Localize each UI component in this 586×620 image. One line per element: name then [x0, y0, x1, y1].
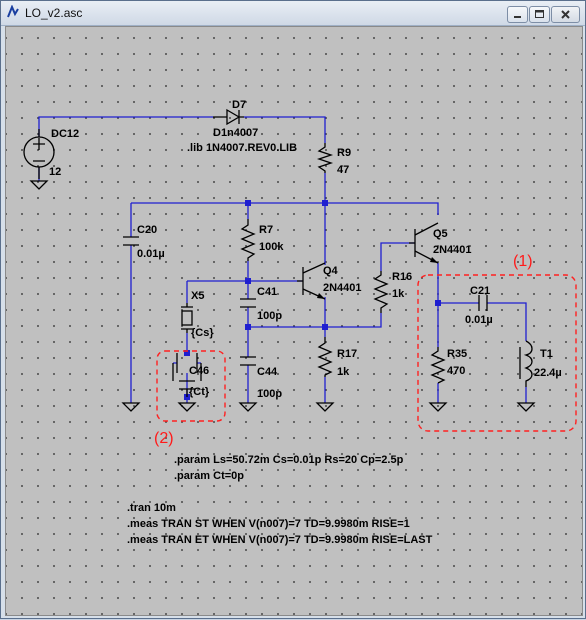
tran-directive[interactable]: .tran 10m	[127, 502, 176, 514]
r7-name: R7	[259, 224, 273, 236]
d7-lib: .lib 1N4007.REV0.LIB	[187, 142, 297, 154]
r9-value: 47	[337, 164, 349, 176]
r9-resistor[interactable]	[316, 143, 334, 173]
meas-directive-2[interactable]: .meas TRAN ET WHEN V(n007)=7 TD=9.9980m …	[127, 534, 433, 546]
r9-name: R9	[337, 147, 351, 159]
dc12-name: DC12	[51, 128, 79, 140]
r16-value: 1k	[392, 288, 405, 300]
dc12-value: 12	[49, 166, 61, 178]
r7-resistor[interactable]	[240, 219, 256, 261]
schematic-drawing[interactable]: DC12 12 D7 D1n4007 .lib 1N4007.REV0.LIB …	[1, 1, 586, 620]
t1-inductor[interactable]	[519, 340, 533, 387]
c41-name: C41	[257, 286, 277, 298]
r35-name: R35	[447, 348, 467, 360]
c21-name: C21	[470, 285, 490, 297]
param-directive-1[interactable]: .param Ls=50.72m Cs=0.01p Rs=20 Cp=2.5p	[174, 454, 404, 466]
wires	[38, 116, 527, 403]
c41-value: 100p	[257, 310, 282, 322]
r17-resistor[interactable]	[317, 337, 333, 377]
q5-name: Q5	[433, 228, 448, 240]
c46-name: C46	[189, 365, 209, 377]
r17-name: R17	[337, 348, 357, 360]
t1-value: 22.4µ	[534, 367, 562, 379]
annotation-label-1: (1)	[513, 253, 533, 270]
q4-model: 2N4401	[323, 282, 362, 294]
q4-transistor[interactable]	[297, 262, 326, 300]
x5-name: X5	[191, 290, 204, 302]
c20-name: C20	[137, 224, 157, 236]
c44-capacitor[interactable]	[240, 356, 256, 366]
q5-model: 2N4401	[433, 244, 472, 256]
c41-capacitor[interactable]	[240, 298, 256, 308]
r16-name: R16	[392, 271, 412, 283]
r17-value: 1k	[337, 366, 350, 378]
c20-value: 0.01µ	[137, 248, 165, 260]
c21-value: 0.01µ	[465, 314, 493, 326]
d7-model: D1n4007	[213, 127, 258, 139]
junctions	[184, 200, 441, 400]
c46-value: {Ct}	[189, 386, 210, 398]
c21-capacitor[interactable]	[478, 295, 488, 311]
meas-directive-1[interactable]: .meas TRAN ST WHEN V(n007)=7 TD=9.9980m …	[127, 518, 410, 530]
r16-resistor[interactable]	[373, 271, 389, 313]
t1-name: T1	[540, 348, 553, 360]
c44-name: C44	[257, 366, 278, 378]
c44-value: 100p	[257, 388, 282, 400]
x5-value: {Cs}	[191, 327, 214, 339]
r7-value: 100k	[259, 241, 284, 253]
r35-value: 470	[447, 365, 465, 377]
d7-diode[interactable]	[213, 108, 244, 126]
c20-capacitor[interactable]	[123, 236, 139, 246]
r35-resistor[interactable]	[430, 347, 446, 384]
param-directive-2[interactable]: .param Ct=0p	[174, 470, 244, 482]
d7-name: D7	[232, 99, 246, 111]
q4-name: Q4	[323, 265, 339, 277]
annotation-label-2: (2)	[154, 430, 174, 447]
app-window: LO_v2.asc DC12 12 D7 D1n4007 .lib 1N4007…	[0, 0, 586, 619]
